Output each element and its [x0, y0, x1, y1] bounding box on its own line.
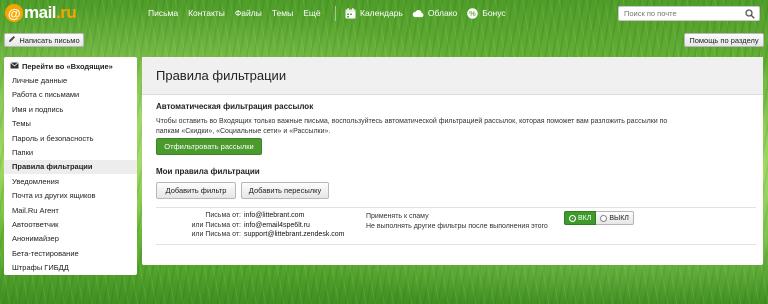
pencil-icon	[8, 35, 16, 45]
sidebar-item-other-mailboxes[interactable]: Почта из других ящиков	[4, 189, 137, 203]
percent-icon: %	[466, 7, 478, 19]
sidebar-item-label: Перейти во «Входящие»	[22, 61, 113, 71]
service-calendar[interactable]: Календарь	[344, 7, 403, 19]
auto-filter-description: Чтобы оставить во Входящих только важные…	[156, 118, 668, 135]
nav-item-themes[interactable]: Темы	[272, 8, 293, 18]
main-nav: Письма Контакты Файлы Темы Ещё	[148, 8, 331, 18]
logo-tld: .ru	[56, 3, 77, 22]
sidebar-item-name-signature[interactable]: Имя и подпись	[4, 102, 137, 116]
svg-text:%: %	[469, 9, 476, 18]
calendar-icon	[344, 7, 356, 19]
condition-value: support@littebrant.zendesk.com	[244, 231, 345, 239]
mailru-logo[interactable]: @ mail .ru	[5, 3, 77, 23]
filter-newsletters-button[interactable]: Отфильтровать рассылки	[156, 138, 262, 155]
rule-actions: Применять к спаму Не выполнять другие фи…	[366, 212, 556, 231]
rule-condition: или Письма от: info@email4spe6lt.ru	[156, 222, 340, 232]
sidebar-item-password-security[interactable]: Пароль и безопасность	[4, 131, 137, 145]
panel-header: Правила фильтрации	[142, 57, 763, 95]
condition-prefix: или Письма от:	[191, 231, 241, 239]
add-forward-button[interactable]: Добавить пересылку	[241, 182, 329, 199]
sidebar-item-personal-data[interactable]: Личные данные	[4, 73, 137, 87]
my-rules-title: Мои правила фильтрации	[156, 167, 260, 176]
sidebar-item-notifications[interactable]: Уведомления	[4, 174, 137, 188]
search-icon[interactable]	[745, 9, 755, 19]
auto-filter-title: Автоматическая фильтрация рассылок	[156, 102, 314, 111]
nav-item-contacts[interactable]: Контакты	[188, 8, 225, 18]
compose-button[interactable]: Написать письмо	[4, 33, 84, 47]
logo-at-mark: @	[5, 4, 23, 22]
condition-prefix: или Письма от:	[191, 221, 241, 229]
sidebar-item-folders[interactable]: Папки	[4, 145, 137, 159]
service-bonus[interactable]: % Бонус	[466, 7, 506, 19]
help-button[interactable]: Помощь по разделу	[684, 33, 764, 47]
sidebar-item-filter-rules[interactable]: Правила фильтрации	[4, 159, 137, 175]
rule-action: Не выполнять другие фильтры после выполн…	[366, 222, 548, 230]
nav-item-more[interactable]: Ещё	[303, 8, 320, 18]
add-filter-button[interactable]: Добавить фильтр	[156, 182, 236, 199]
sidebar-item-go-inbox[interactable]: Перейти во «Входящие»	[4, 59, 137, 73]
filter-settings-panel: Правила фильтрации Автоматическая фильтр…	[142, 57, 763, 265]
radio-selected-icon	[569, 214, 576, 222]
nav-divider	[335, 6, 336, 21]
service-bonus-label: Бонус	[482, 8, 506, 18]
service-cloud[interactable]: Облако	[412, 7, 457, 19]
rule-condition: или Письма от: support@littebrant.zendes…	[156, 231, 345, 241]
toggle-off-option[interactable]: ВЫКЛ	[596, 211, 634, 225]
rule-condition: Письма от: info@littebrant.com	[156, 212, 340, 222]
search-box[interactable]	[618, 6, 760, 21]
sidebar-item-traffic-fines[interactable]: Штрафы ГИБДД	[4, 260, 137, 274]
cloud-icon	[412, 7, 424, 19]
nav-item-files[interactable]: Файлы	[235, 8, 262, 18]
top-bar: @ mail .ru Письма Контакты Файлы Темы Ещё…	[0, 0, 768, 28]
rule-conditions: Письма от: info@littebrant.com или Письм…	[156, 212, 345, 241]
envelope-icon	[10, 61, 19, 71]
rule-action: Применять к спаму	[366, 213, 429, 220]
search-input[interactable]	[624, 7, 742, 20]
toggle-on-option[interactable]: ВКЛ	[564, 211, 597, 225]
service-cloud-label: Облако	[427, 8, 458, 18]
services-nav: Календарь Облако % Бонус	[344, 7, 515, 19]
toggle-off-label: ВЫКЛ	[609, 214, 629, 222]
nav-item-letters[interactable]: Письма	[148, 8, 178, 18]
service-calendar-label: Календарь	[360, 8, 403, 18]
condition-value: info@email4spe6lt.ru	[244, 221, 310, 229]
compose-button-label: Написать письмо	[19, 35, 80, 45]
sidebar-item-autoresponder[interactable]: Автоответчик	[4, 217, 137, 231]
settings-sidebar: Перейти во «Входящие» Личные данные Рабо…	[4, 57, 137, 275]
sidebar-item-anonymizer[interactable]: Анонимайзер	[4, 232, 137, 246]
filter-rule-row[interactable]: Письма от: info@littebrant.com или Письм…	[156, 207, 756, 245]
rule-toggle: ВКЛ ВЫКЛ	[564, 211, 634, 225]
sidebar-item-mailru-agent[interactable]: Mail.Ru Агент	[4, 203, 137, 217]
radio-empty-icon	[600, 214, 608, 222]
sidebar-item-themes[interactable]: Темы	[4, 117, 137, 131]
toggle-on-label: ВКЛ	[578, 214, 592, 222]
condition-value: info@littebrant.com	[244, 212, 305, 219]
sidebar-item-mail-handling[interactable]: Работа с письмами	[4, 88, 137, 102]
sidebar-item-beta-testing[interactable]: Бета-тестирование	[4, 246, 137, 260]
condition-prefix: Письма от:	[205, 212, 241, 219]
page-title: Правила фильтрации	[156, 68, 287, 83]
logo-text: mail	[24, 3, 57, 22]
